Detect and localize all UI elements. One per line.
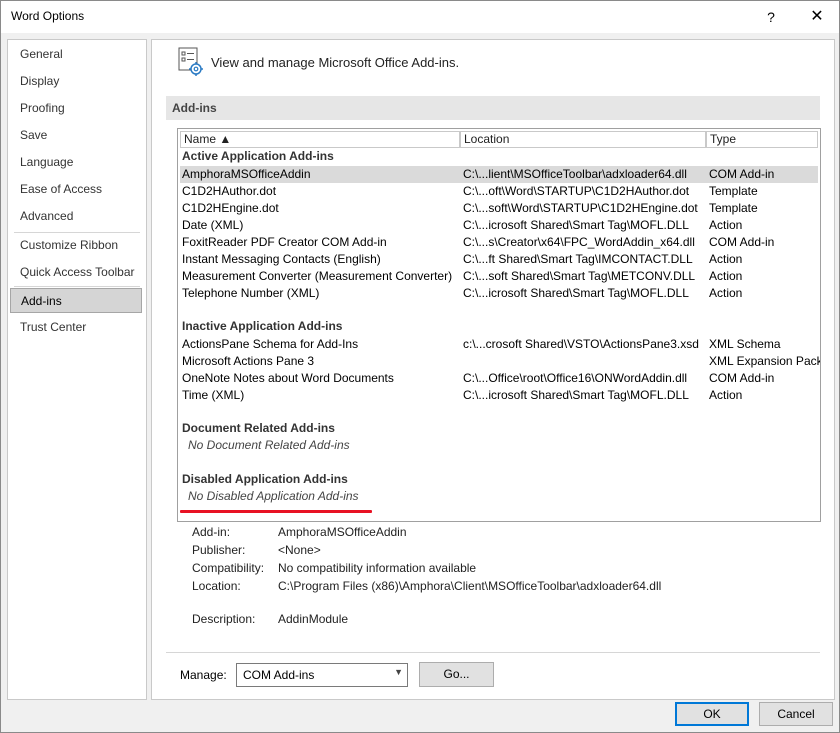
detail-label-addin: Add-in: (192, 525, 231, 539)
detail-label-publisher: Publisher: (192, 543, 246, 557)
cell-name: C1D2HAuthor.dot (182, 184, 277, 198)
addins-settings-icon (178, 47, 203, 76)
cell-type: Action (709, 388, 743, 402)
cell-name: Time (XML) (182, 388, 245, 402)
cell-type: Action (709, 218, 743, 232)
column-header-name[interactable]: Name ▲ (180, 131, 460, 148)
nav-item-display[interactable]: Display (10, 69, 142, 94)
detail-value-addin: AmphoraMSOfficeAddin (278, 525, 407, 539)
go-button[interactable]: Go... (419, 662, 494, 687)
cell-type: Action (709, 269, 743, 283)
annotation-underline (180, 510, 372, 513)
cell-location: C:\...icrosoft Shared\Smart Tag\MOFL.DLL (463, 388, 689, 402)
cell-location: C:\...s\Creator\x64\FPC_WordAddin_x64.dl… (463, 235, 695, 249)
group-header-inactive: Inactive Application Add-ins (182, 319, 343, 333)
table-row[interactable]: Telephone Number (XML) C:\...icrosoft Sh… (180, 285, 818, 302)
group-header-disabled: Disabled Application Add-ins (182, 472, 348, 486)
word-options-dialog: Word Options ? ✕ General Display Proofin… (0, 0, 840, 733)
detail-value-location: C:\Program Files (x86)\Amphora\Client\MS… (278, 579, 662, 593)
cell-name: FoxitReader PDF Creator COM Add-in (182, 235, 387, 249)
table-row[interactable]: Time (XML) C:\...icrosoft Shared\Smart T… (180, 387, 818, 404)
column-header-type[interactable]: Type (706, 131, 818, 148)
table-row[interactable]: FoxitReader PDF Creator COM Add-in C:\..… (180, 234, 818, 251)
cell-type: Template (709, 201, 758, 215)
cell-location: c:\...crosoft Shared\VSTO\ActionsPane3.x… (463, 337, 699, 351)
cell-type: Action (709, 286, 743, 300)
table-row[interactable]: ActionsPane Schema for Add-Ins c:\...cro… (180, 336, 818, 353)
page-heading: View and manage Microsoft Office Add-ins… (211, 55, 460, 70)
table-row[interactable]: Date (XML) C:\...icrosoft Shared\Smart T… (180, 217, 818, 234)
nav-item-trust-center[interactable]: Trust Center (10, 315, 142, 340)
section-header: Add-ins (166, 96, 820, 120)
footer-divider (166, 652, 820, 653)
detail-value-description: AddinModule (278, 612, 349, 626)
nav-item-ease-of-access[interactable]: Ease of Access (10, 177, 142, 202)
cell-location: C:\...soft Shared\Smart Tag\METCONV.DLL (463, 269, 696, 283)
nav-divider (14, 286, 140, 287)
detail-label-description: Description: (192, 612, 256, 626)
window-title: Word Options (11, 9, 85, 23)
cell-name: Instant Messaging Contacts (English) (182, 252, 381, 266)
table-row[interactable]: Measurement Converter (Measurement Conve… (180, 268, 818, 285)
nav-item-proofing[interactable]: Proofing (10, 96, 142, 121)
nav-item-language[interactable]: Language (10, 150, 142, 175)
column-header-location[interactable]: Location (460, 131, 706, 148)
nav-item-quick-access-toolbar[interactable]: Quick Access Toolbar (10, 260, 142, 285)
close-button[interactable]: ✕ (803, 5, 831, 29)
detail-label-compatibility: Compatibility: (192, 561, 265, 575)
table-row[interactable]: Microsoft Actions Pane 3 XML Expansion P… (180, 353, 821, 370)
table-row[interactable]: OneNote Notes about Word Documents C:\..… (180, 370, 818, 387)
cell-name: Microsoft Actions Pane 3 (182, 354, 315, 368)
empty-message-document: No Document Related Add-ins (188, 438, 350, 452)
cell-name: C1D2HEngine.dot (182, 201, 279, 215)
group-header-document: Document Related Add-ins (182, 421, 335, 435)
options-nav: General Display Proofing Save Language E… (7, 39, 147, 700)
detail-value-compatibility: No compatibility information available (278, 561, 477, 575)
cell-location: C:\...ft Shared\Smart Tag\IMCONTACT.DLL (463, 252, 693, 266)
detail-value-publisher: <None> (278, 543, 321, 557)
cancel-button[interactable]: Cancel (759, 702, 833, 726)
addins-list[interactable]: Name ▲ Location Type Active Application … (177, 128, 821, 522)
detail-label-location: Location: (192, 579, 241, 593)
group-header-active: Active Application Add-ins (182, 149, 334, 163)
title-bar: Word Options ? ✕ (1, 1, 839, 33)
nav-item-add-ins[interactable]: Add-ins (10, 288, 142, 313)
manage-dropdown[interactable]: COM Add-ins ▼ (236, 663, 408, 687)
cell-type: Action (709, 252, 743, 266)
cell-name: OneNote Notes about Word Documents (182, 371, 394, 385)
cell-type: COM Add-in (709, 167, 775, 181)
cell-type: XML Expansion Pack (709, 354, 821, 368)
chevron-down-icon: ▼ (394, 667, 403, 677)
cell-location: C:\...soft\Word\STARTUP\C1D2HEngine.dot (463, 201, 698, 215)
manage-label: Manage: (180, 668, 227, 682)
cell-location: C:\...oft\Word\STARTUP\C1D2HAuthor.dot (463, 184, 690, 198)
nav-item-customize-ribbon[interactable]: Customize Ribbon (10, 233, 142, 258)
nav-item-advanced[interactable]: Advanced (10, 204, 142, 229)
cell-type: COM Add-in (709, 235, 775, 249)
cell-name: Measurement Converter (Measurement Conve… (182, 269, 453, 283)
cell-location: C:\...icrosoft Shared\Smart Tag\MOFL.DLL (463, 218, 689, 232)
table-row[interactable]: AmphoraMSOfficeAddin C:\...lient\MSOffic… (180, 166, 818, 183)
cell-type: XML Schema (709, 337, 781, 351)
cell-type: COM Add-in (709, 371, 775, 385)
cell-name: Date (XML) (182, 218, 244, 232)
nav-item-general[interactable]: General (10, 42, 142, 67)
nav-item-save[interactable]: Save (10, 123, 142, 148)
cell-name: AmphoraMSOfficeAddin (182, 167, 311, 181)
cell-type: Template (709, 184, 758, 198)
addins-panel: View and manage Microsoft Office Add-ins… (151, 39, 835, 700)
table-row[interactable]: Instant Messaging Contacts (English) C:\… (180, 251, 818, 268)
cell-location: C:\...lient\MSOfficeToolbar\adxloader64.… (463, 167, 687, 181)
cell-location: C:\...icrosoft Shared\Smart Tag\MOFL.DLL (463, 286, 689, 300)
cell-name: Telephone Number (XML) (182, 286, 320, 300)
table-row[interactable]: C1D2HAuthor.dot C:\...oft\Word\STARTUP\C… (180, 183, 818, 200)
manage-selected-value: COM Add-ins (243, 668, 315, 682)
help-button[interactable]: ? (757, 5, 785, 29)
cell-location: C:\...Office\root\Office16\ONWordAddin.d… (463, 371, 688, 385)
section-title: Add-ins (172, 101, 217, 115)
empty-message-disabled: No Disabled Application Add-ins (188, 489, 359, 503)
table-row[interactable]: C1D2HEngine.dot C:\...soft\Word\STARTUP\… (180, 200, 818, 217)
cell-name: ActionsPane Schema for Add-Ins (182, 337, 359, 351)
ok-button[interactable]: OK (675, 702, 749, 726)
